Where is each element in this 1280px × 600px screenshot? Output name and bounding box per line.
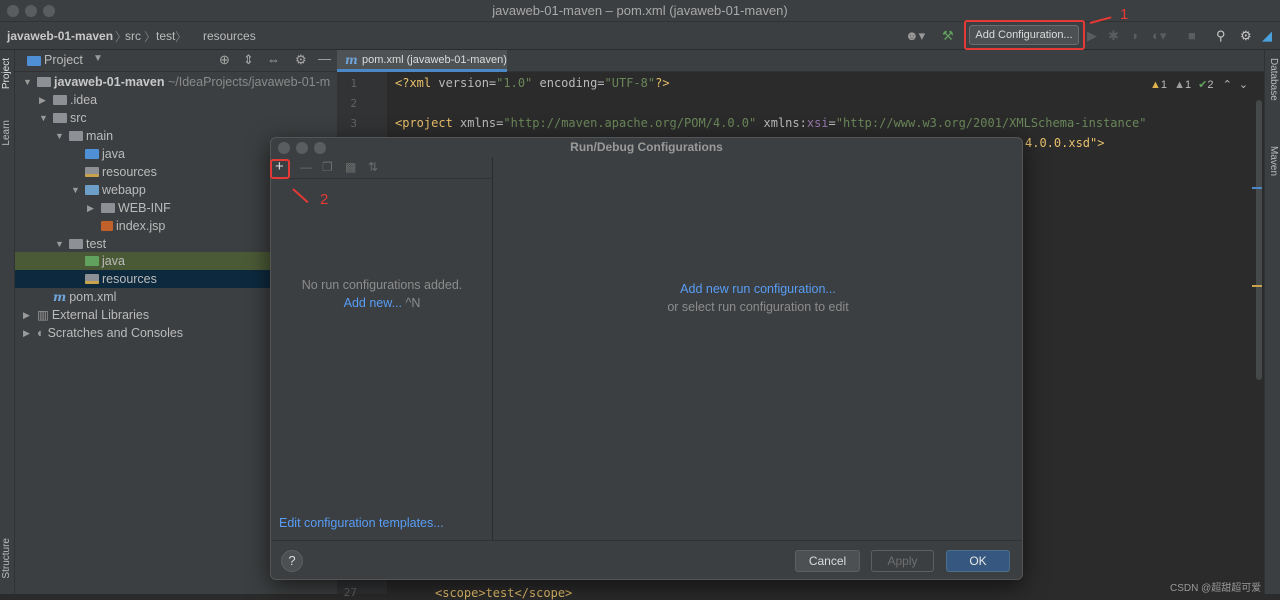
- resources-folder-icon: [85, 167, 99, 177]
- folder-icon: [69, 239, 83, 249]
- source-folder-icon: [85, 149, 99, 159]
- scratches-icon: ◐: [37, 326, 45, 340]
- expand-all-icon[interactable]: ⇕: [243, 52, 254, 68]
- stop-icon[interactable]: ■: [1188, 28, 1196, 43]
- collapse-all-icon[interactable]: ⇔: [267, 52, 280, 67]
- code-line-1[interactable]: <?xml version="1.0" encoding="UTF-8"?>: [395, 76, 670, 90]
- line-number: 1: [350, 77, 357, 90]
- search-icon[interactable]: ⚲: [1216, 28, 1226, 44]
- project-panel-title[interactable]: Project: [44, 53, 83, 67]
- line-number: 3: [350, 117, 357, 130]
- ok-button[interactable]: OK: [946, 550, 1010, 572]
- scroll-marker: [1252, 187, 1262, 189]
- project-view-dropdown-icon[interactable]: ▼: [93, 53, 103, 64]
- window-title: javaweb-01-maven – pom.xml (javaweb-01-m…: [492, 3, 788, 18]
- add-new-shortcut: ^N: [405, 296, 421, 310]
- add-configuration-button[interactable]: Add Configuration...: [969, 25, 1079, 45]
- breadcrumb-src[interactable]: src: [125, 29, 141, 43]
- maven-tool-tab[interactable]: Maven: [1268, 146, 1279, 176]
- database-tool-tab[interactable]: Database: [1268, 58, 1279, 101]
- tree-item-index-jsp[interactable]: index.jsp: [101, 217, 165, 235]
- debug-icon[interactable]: ✱: [1108, 28, 1119, 44]
- select-configuration-hint: or select run configuration to edit: [667, 300, 849, 314]
- module-folder-icon: [37, 77, 51, 87]
- panel-settings-gear-icon[interactable]: ⚙: [295, 52, 307, 68]
- profile-icon[interactable]: ◐▾: [1152, 28, 1166, 44]
- run-icon[interactable]: ▶: [1087, 28, 1097, 44]
- warning-icon: ▲: [1150, 79, 1161, 91]
- folder-icon: [53, 95, 67, 105]
- left-tool-strip: Project Learn Structure: [0, 50, 15, 594]
- learn-tool-tab[interactable]: Learn: [1, 120, 12, 146]
- code-line-3[interactable]: <project xmlns="http://maven.apache.org/…: [395, 116, 1146, 130]
- add-new-run-configuration-link[interactable]: Add new run configuration...: [494, 282, 1022, 296]
- jsp-file-icon: [101, 221, 113, 231]
- move-to-folder-icon[interactable]: ▩: [345, 160, 356, 174]
- editor-scrollbar[interactable]: [1256, 100, 1262, 380]
- sort-configurations-icon[interactable]: ⇅: [368, 160, 378, 174]
- maven-file-icon: m: [345, 53, 358, 67]
- tree-item-pom[interactable]: m pom.xml: [53, 288, 116, 306]
- breadcrumb-separator: 〉: [144, 30, 157, 44]
- maven-file-icon: m: [53, 289, 67, 304]
- user-icon[interactable]: ☻▾: [905, 28, 925, 44]
- copy-configuration-icon[interactable]: ❐: [322, 160, 333, 174]
- add-new-row: Add new... ^N: [271, 296, 493, 310]
- code-line-4-tail[interactable]: 4.0.0.xsd">: [1025, 136, 1104, 150]
- dialog-title: Run/Debug Configurations: [570, 140, 723, 154]
- empty-configurations-text: No run configurations added.: [301, 278, 463, 292]
- project-panel-header: Project ▼ ⊕ ⇕ ⇔ ⚙ —: [15, 50, 337, 72]
- breadcrumb-test[interactable]: test: [156, 29, 175, 43]
- settings-gear-icon[interactable]: ⚙: [1240, 28, 1252, 44]
- inspection-widget[interactable]: ▲1 ▲1 ✔2 ⌃ ⌄: [1150, 78, 1248, 91]
- breadcrumb-project[interactable]: javaweb-01-maven: [7, 29, 113, 43]
- tree-item-main-java[interactable]: java: [85, 145, 125, 163]
- edit-configuration-templates-link[interactable]: Edit configuration templates...: [279, 516, 444, 530]
- add-configuration-plus-icon[interactable]: +: [275, 158, 284, 175]
- watermark: CSDN @超甜超可爱: [1170, 583, 1262, 594]
- folder-icon: [69, 131, 83, 141]
- test-resources-folder-icon: [85, 274, 99, 284]
- build-hammer-icon[interactable]: ⚒: [942, 28, 954, 44]
- editor-tab-label: pom.xml (javaweb-01-maven): [362, 54, 507, 66]
- tree-root-project[interactable]: ▼ javaweb-01-maven ~/IdeaProjects/javawe…: [23, 73, 337, 91]
- cancel-button[interactable]: Cancel: [795, 550, 860, 572]
- hide-panel-icon[interactable]: —: [318, 51, 331, 66]
- breadcrumb-resources[interactable]: resources: [203, 29, 256, 43]
- add-new-link[interactable]: Add new...: [344, 296, 402, 310]
- folder-icon: [101, 203, 115, 213]
- next-highlight-icon[interactable]: ⌄: [1239, 79, 1248, 91]
- locate-icon[interactable]: ⊕: [219, 52, 230, 68]
- weak-warning-icon: ▲: [1174, 79, 1185, 91]
- configuration-details-panel: [494, 157, 1022, 540]
- breadcrumb-separator: 〉: [175, 30, 188, 44]
- libraries-icon: ▥: [37, 308, 49, 322]
- web-folder-icon: [85, 185, 99, 195]
- right-tool-strip: Database Maven: [1264, 50, 1280, 594]
- structure-tool-tab[interactable]: Structure: [1, 538, 12, 579]
- scroll-marker: [1252, 285, 1262, 287]
- help-button[interactable]: ?: [281, 550, 303, 572]
- apply-button[interactable]: Apply: [871, 550, 934, 572]
- line-number: 2: [350, 97, 357, 110]
- annotation-number-1: 1: [1120, 6, 1129, 23]
- project-tool-tab[interactable]: Project: [1, 58, 12, 89]
- test-source-folder-icon: [85, 256, 99, 266]
- line-number: 27: [343, 586, 357, 599]
- configurations-list-panel: [271, 157, 493, 540]
- toolbox-icon[interactable]: ◢: [1262, 28, 1272, 44]
- tree-item-main-resources[interactable]: resources: [85, 163, 157, 181]
- annotation-number-2: 2: [320, 191, 329, 208]
- folder-icon: [53, 113, 67, 123]
- code-line-27[interactable]: <scope>test</scope>: [435, 586, 572, 600]
- ok-check-icon: ✔: [1198, 79, 1208, 91]
- previous-highlight-icon[interactable]: ⌃: [1223, 79, 1232, 91]
- project-view-icon: [27, 56, 41, 66]
- coverage-icon[interactable]: ◑: [1130, 28, 1138, 43]
- editor-tab-pom[interactable]: m pom.xml (javaweb-01-maven): [337, 50, 507, 72]
- remove-configuration-icon[interactable]: —: [300, 160, 312, 174]
